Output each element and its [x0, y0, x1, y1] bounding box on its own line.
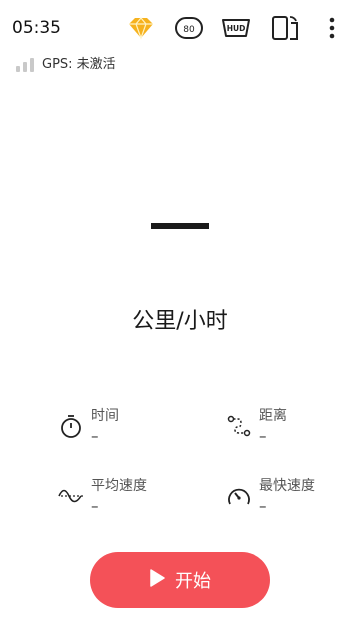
- stat-time: 时间 –: [57, 407, 119, 445]
- speed-unit: 公里/小时: [132, 309, 228, 334]
- stat-time-label: 时间: [91, 408, 119, 424]
- play-icon: [149, 568, 165, 592]
- speed-value-placeholder: [151, 223, 209, 229]
- stat-avg-speed-value: –: [91, 497, 99, 515]
- stat-max-speed-label: 最快速度: [259, 478, 315, 494]
- start-button[interactable]: 开始: [90, 552, 270, 608]
- more-vert-icon[interactable]: [320, 12, 344, 44]
- clock-time: 05:35: [12, 18, 61, 38]
- svg-text:80: 80: [183, 25, 195, 35]
- stat-distance-label: 距离: [259, 408, 287, 424]
- screen-rotate-icon[interactable]: [268, 12, 302, 44]
- speedometer-icon: [225, 481, 253, 511]
- hud-icon[interactable]: HUD: [218, 12, 254, 44]
- route-icon: [225, 411, 253, 441]
- stat-max-speed-value: –: [259, 497, 267, 515]
- stopwatch-icon: [57, 411, 85, 441]
- gps-status: GPS: 未激活: [16, 58, 116, 72]
- gps-status-text: GPS: 未激活: [42, 57, 116, 72]
- stat-avg-speed: 平均速度 –: [57, 477, 147, 515]
- stat-distance: 距离 –: [225, 407, 287, 445]
- stat-max-speed: 最快速度 –: [225, 477, 315, 515]
- avg-speed-wave-icon: [57, 481, 85, 511]
- speed-80-badge-icon[interactable]: 80: [172, 12, 206, 44]
- gps-signal-icon: [16, 58, 34, 72]
- stat-distance-value: –: [259, 427, 267, 445]
- start-button-label: 开始: [175, 571, 211, 592]
- premium-diamond-icon[interactable]: [124, 12, 158, 44]
- stat-time-value: –: [91, 427, 99, 445]
- stat-avg-speed-label: 平均速度: [91, 478, 147, 494]
- svg-text:HUD: HUD: [227, 24, 246, 33]
- top-bar: 05:35 80 HUD: [0, 0, 360, 58]
